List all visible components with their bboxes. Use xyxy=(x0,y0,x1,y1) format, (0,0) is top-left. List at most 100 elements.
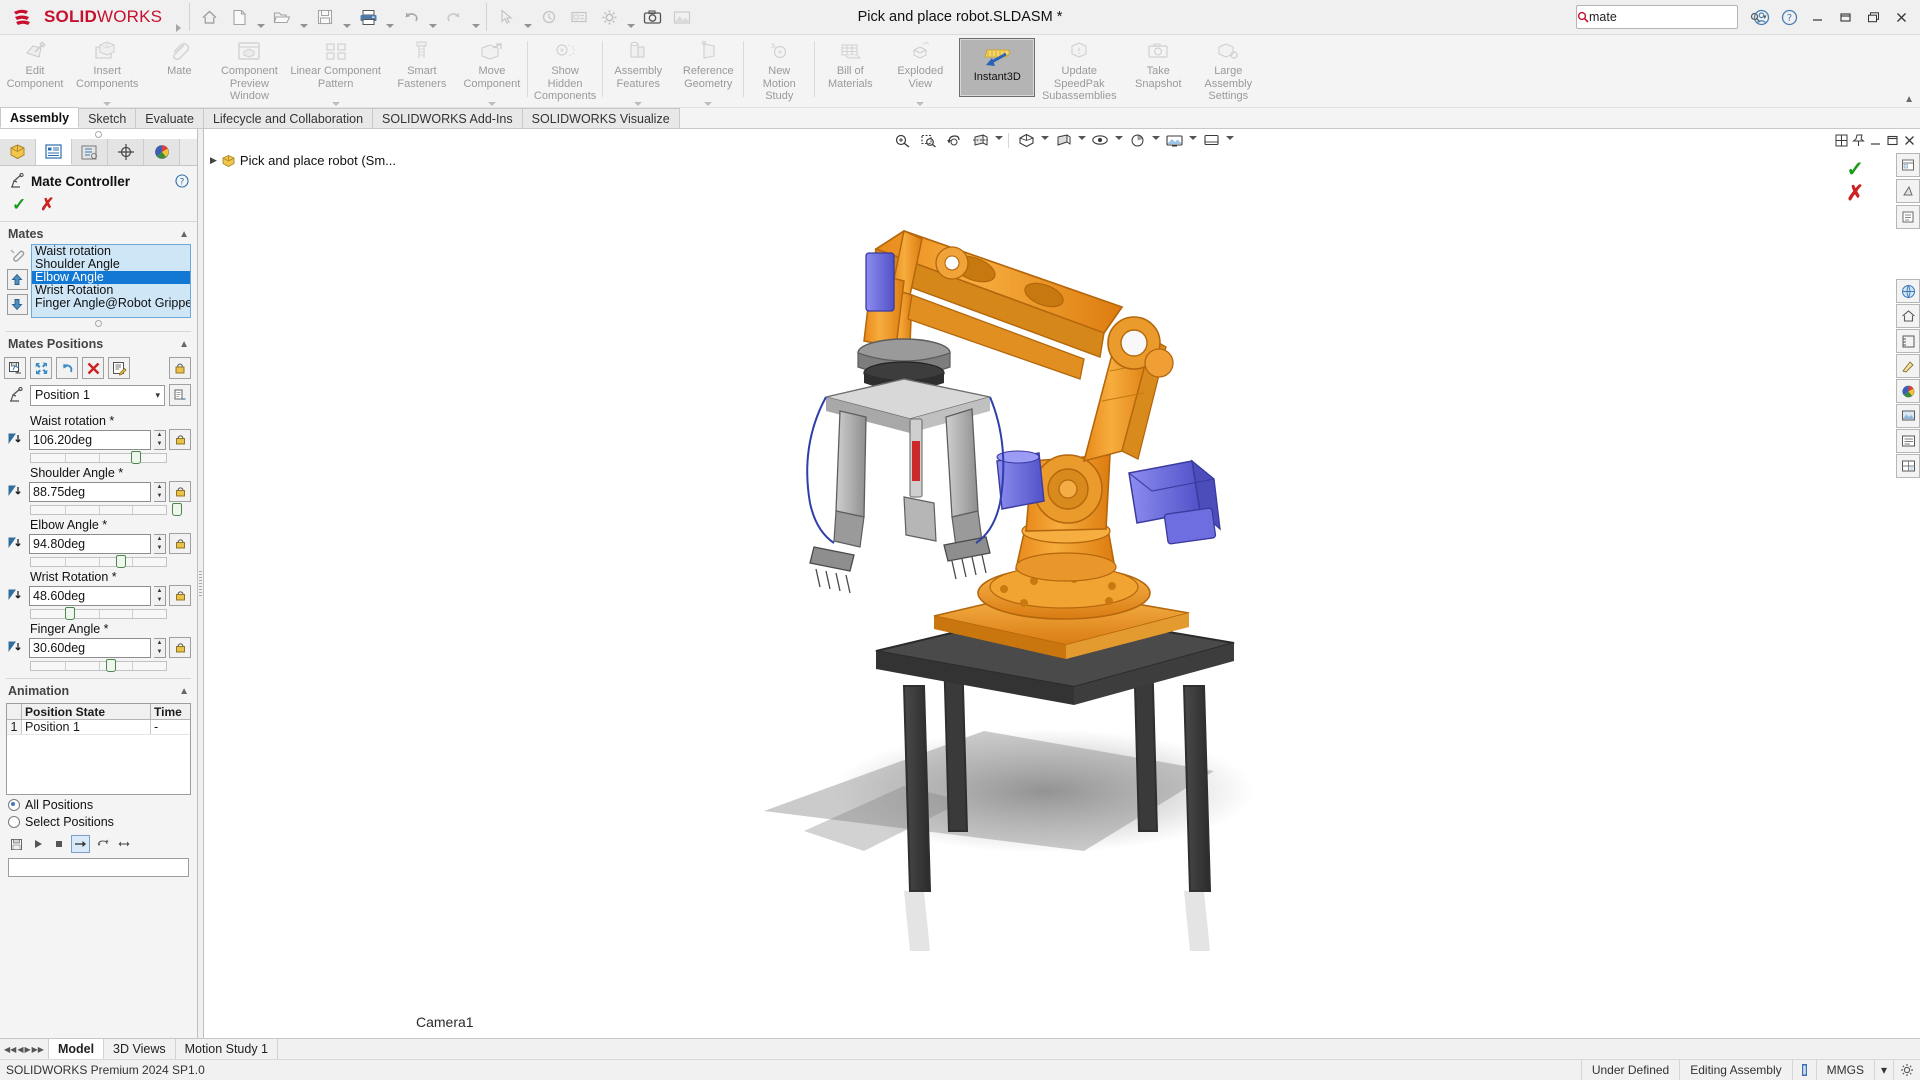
shoulder-angle-slider[interactable] xyxy=(4,502,191,516)
table-row[interactable]: 1 Position 1 - xyxy=(7,720,190,735)
move-up-icon[interactable] xyxy=(6,269,28,290)
minimize-button[interactable] xyxy=(1804,4,1830,30)
graphics-area[interactable]: ▶ Pick and place robot (Sm... ✓ ✗ Camera… xyxy=(204,129,1920,1038)
last-tab-icon[interactable]: ▶▶ xyxy=(32,1045,44,1054)
chevron-down-icon[interactable]: ▾ xyxy=(155,390,160,401)
radio-all-positions[interactable]: All Positions xyxy=(0,795,197,812)
ribbon-smart-fasteners[interactable]: Smart Fasteners xyxy=(387,35,457,107)
grid-view-icon[interactable] xyxy=(1896,454,1920,478)
graphics-confirm-cancel-icon[interactable]: ✗ xyxy=(1846,181,1864,206)
finger-angle-input[interactable]: 30.60deg xyxy=(29,637,151,658)
select-caret-icon[interactable] xyxy=(521,0,534,37)
shoulder-angle-lock-icon[interactable] xyxy=(169,481,191,502)
chevron-down-icon[interactable] xyxy=(1077,135,1086,145)
play-icon[interactable] xyxy=(29,836,46,852)
undo-icon[interactable] xyxy=(396,2,426,32)
account-icon[interactable] xyxy=(1748,4,1774,30)
first-tab-icon[interactable]: ◀◀ xyxy=(4,1045,16,1054)
dimxpert-manager-tab[interactable] xyxy=(108,139,144,165)
chevron-down-icon[interactable] xyxy=(1114,135,1123,145)
collect-all-mates-icon[interactable] xyxy=(8,246,27,265)
reciprocate-icon[interactable] xyxy=(115,836,132,852)
ribbon-update-speedpak[interactable]: Update SpeedPak Subassemblies xyxy=(1035,35,1123,107)
previous-view-icon[interactable] xyxy=(942,130,966,150)
appearances-icon[interactable] xyxy=(1896,179,1920,203)
list-item[interactable]: Shoulder Angle xyxy=(32,258,190,271)
chevron-down-icon[interactable] xyxy=(634,102,643,106)
rebuild-icon[interactable] xyxy=(534,2,564,32)
waist-rotation-slider[interactable] xyxy=(4,450,191,464)
slider-thumb[interactable] xyxy=(171,503,182,516)
measure-icon[interactable] xyxy=(1896,329,1920,353)
chevron-down-icon[interactable] xyxy=(704,102,713,106)
prev-tab-icon[interactable]: ◀ xyxy=(17,1045,23,1054)
hide-show-items-icon[interactable] xyxy=(1088,130,1112,150)
slider-thumb[interactable] xyxy=(115,555,126,568)
image-icon[interactable] xyxy=(667,2,697,32)
chevron-down-icon[interactable] xyxy=(994,135,1003,145)
list-view-icon[interactable] xyxy=(1896,429,1920,453)
display-style-icon[interactable] xyxy=(1051,130,1075,150)
help-icon[interactable]: ? xyxy=(1776,4,1802,30)
chevron-down-icon[interactable] xyxy=(1225,135,1234,145)
zoom-to-fit-icon[interactable] xyxy=(890,130,914,150)
appearance-sphere-icon[interactable] xyxy=(1896,379,1920,403)
wrist-rotation-stepper[interactable]: ▲ ▼ xyxy=(154,585,166,606)
view-palette-icon[interactable] xyxy=(1896,153,1920,177)
tab-solidworks-visualize[interactable]: SOLIDWORKS Visualize xyxy=(521,108,680,128)
3d-views-icon[interactable] xyxy=(1896,279,1920,303)
elbow-angle-lock-icon[interactable] xyxy=(169,533,191,554)
file-properties-icon[interactable] xyxy=(564,2,594,32)
ribbon-instant3d[interactable]: Instant3D xyxy=(959,38,1036,97)
update-position-icon[interactable] xyxy=(30,357,52,379)
mates-positions-section-header[interactable]: Mates Positions ▲ xyxy=(0,332,197,354)
slider-thumb[interactable] xyxy=(106,659,117,672)
finger-angle-lock-icon[interactable] xyxy=(169,637,191,658)
move-down-icon[interactable] xyxy=(6,294,28,315)
chevron-up-icon[interactable]: ▲ xyxy=(179,686,189,697)
close-view-icon[interactable] xyxy=(1903,134,1916,147)
print-icon[interactable] xyxy=(353,2,383,32)
units-label[interactable]: MMGS xyxy=(1815,1060,1874,1080)
print-caret-icon[interactable] xyxy=(383,0,396,37)
tab-evaluate[interactable]: Evaluate xyxy=(135,108,204,128)
chevron-down-icon[interactable] xyxy=(331,102,340,106)
ribbon-insert-components[interactable]: Insert Components xyxy=(70,35,144,107)
shoulder-angle-stepper[interactable]: ▲ ▼ xyxy=(154,481,166,502)
wrist-rotation-lock-icon[interactable] xyxy=(169,585,191,606)
feature-manager-tree-tab[interactable] xyxy=(0,139,36,165)
chevron-down-icon[interactable] xyxy=(487,102,496,106)
expand-arrow-icon[interactable]: ▶ xyxy=(210,155,217,166)
step-forward-icon[interactable] xyxy=(71,835,90,853)
collapse-ribbon-icon[interactable]: ▲ xyxy=(1904,94,1914,105)
redo-caret-icon[interactable] xyxy=(469,0,482,37)
ribbon-new-motion-study[interactable]: New Motion Study xyxy=(744,35,814,107)
property-manager-tab[interactable] xyxy=(36,139,72,165)
chevron-down-icon[interactable] xyxy=(1040,135,1049,145)
ribbon-move-component[interactable]: Move Component xyxy=(457,35,527,107)
open-folder-caret-icon[interactable] xyxy=(297,0,310,37)
chevron-down-icon[interactable] xyxy=(1188,135,1197,145)
options-gear-icon[interactable] xyxy=(594,2,624,32)
ribbon-large-assembly-settings[interactable]: Large Assembly Settings xyxy=(1193,35,1263,107)
slider-thumb[interactable] xyxy=(65,607,76,620)
restore-view-icon[interactable] xyxy=(1886,134,1899,147)
position-dropdown[interactable]: Position 1 ▾ xyxy=(30,384,165,406)
edit-appearance-icon[interactable] xyxy=(1125,130,1149,150)
list-item[interactable]: Wrist Rotation xyxy=(32,284,190,297)
options-settings-icon[interactable] xyxy=(1893,1060,1920,1080)
pin-window-icon[interactable] xyxy=(1852,134,1865,147)
wrist-rotation-slider[interactable] xyxy=(4,606,191,620)
tab-solidworks-add-ins[interactable]: SOLIDWORKS Add-Ins xyxy=(372,108,523,128)
brand-expand-caret-icon[interactable] xyxy=(172,0,185,37)
ribbon-reference-geometry[interactable]: Reference Geometry xyxy=(673,35,743,107)
screen-capture-icon[interactable] xyxy=(637,2,667,32)
elbow-angle-stepper[interactable]: ▲ ▼ xyxy=(154,533,166,554)
new-document-icon[interactable] xyxy=(224,2,254,32)
options-caret-icon[interactable] xyxy=(624,0,637,37)
reset-position-icon[interactable] xyxy=(56,357,78,379)
tab-navigation-arrows[interactable]: ◀◀ ◀ ▶ ▶▶ xyxy=(0,1039,49,1059)
mates-list-resize-grip[interactable] xyxy=(0,318,197,329)
select-arrow-icon[interactable] xyxy=(491,2,521,32)
mates-list[interactable]: Waist rotation Shoulder Angle Elbow Angl… xyxy=(31,244,191,318)
